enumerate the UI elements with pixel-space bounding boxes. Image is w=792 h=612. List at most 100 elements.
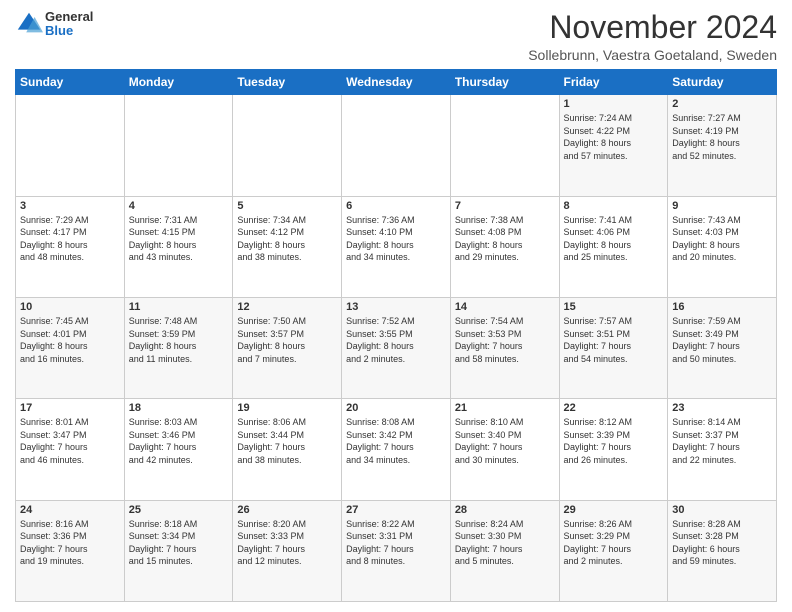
day-number: 17	[20, 402, 120, 414]
day-info: Sunrise: 7:27 AM Sunset: 4:19 PM Dayligh…	[672, 112, 772, 162]
day-info: Sunrise: 8:06 AM Sunset: 3:44 PM Dayligh…	[237, 416, 337, 466]
day-info: Sunrise: 8:18 AM Sunset: 3:34 PM Dayligh…	[129, 518, 229, 568]
day-info: Sunrise: 8:24 AM Sunset: 3:30 PM Dayligh…	[455, 518, 555, 568]
day-number: 7	[455, 200, 555, 212]
location-subtitle: Sollebrunn, Vaestra Goetaland, Sweden	[528, 47, 777, 63]
calendar-cell: 28 Sunrise: 8:24 AM Sunset: 3:30 PM Dayli…	[450, 500, 559, 601]
calendar-cell: 9 Sunrise: 7:43 AM Sunset: 4:03 PM Daylig…	[668, 196, 777, 297]
day-number: 30	[672, 504, 772, 516]
day-info: Sunrise: 7:48 AM Sunset: 3:59 PM Dayligh…	[129, 315, 229, 365]
day-info: Sunrise: 7:29 AM Sunset: 4:17 PM Dayligh…	[20, 214, 120, 264]
day-number: 6	[346, 200, 446, 212]
day-info: Sunrise: 7:50 AM Sunset: 3:57 PM Dayligh…	[237, 315, 337, 365]
day-number: 5	[237, 200, 337, 212]
day-info: Sunrise: 8:08 AM Sunset: 3:42 PM Dayligh…	[346, 416, 446, 466]
calendar-cell: 20 Sunrise: 8:08 AM Sunset: 3:42 PM Dayli…	[342, 399, 451, 500]
calendar-cell: 19 Sunrise: 8:06 AM Sunset: 3:44 PM Dayli…	[233, 399, 342, 500]
day-number: 9	[672, 200, 772, 212]
day-info: Sunrise: 7:36 AM Sunset: 4:10 PM Dayligh…	[346, 214, 446, 264]
calendar-cell: 18Sunrise: 8:03 AM Sunset: 3:46 PM Dayli…	[124, 399, 233, 500]
calendar-cell: 24 Sunrise: 8:16 AM Sunset: 3:36 PM Dayli…	[16, 500, 125, 601]
day-info: Sunrise: 7:59 AM Sunset: 3:49 PM Dayligh…	[672, 315, 772, 365]
calendar-cell: 23 Sunrise: 8:14 AM Sunset: 3:37 PM Dayli…	[668, 399, 777, 500]
calendar-week-row: 24 Sunrise: 8:16 AM Sunset: 3:36 PM Dayli…	[16, 500, 777, 601]
day-number: 25	[129, 504, 229, 516]
calendar-cell: 2Sunrise: 7:27 AM Sunset: 4:19 PM Daylig…	[668, 95, 777, 196]
weekday-header: Sunday	[16, 70, 125, 95]
day-info: Sunrise: 7:38 AM Sunset: 4:08 PM Dayligh…	[455, 214, 555, 264]
calendar-cell: 15 Sunrise: 7:57 AM Sunset: 3:51 PM Dayli…	[559, 297, 668, 398]
day-info: Sunrise: 8:01 AM Sunset: 3:47 PM Dayligh…	[20, 416, 120, 466]
day-number: 27	[346, 504, 446, 516]
day-number: 14	[455, 301, 555, 313]
calendar-cell: 26Sunrise: 8:20 AM Sunset: 3:33 PM Dayli…	[233, 500, 342, 601]
calendar-cell: 12 Sunrise: 7:50 AM Sunset: 3:57 PM Dayli…	[233, 297, 342, 398]
day-info: Sunrise: 7:34 AM Sunset: 4:12 PM Dayligh…	[237, 214, 337, 264]
calendar-week-row: 3Sunrise: 7:29 AM Sunset: 4:17 PM Daylig…	[16, 196, 777, 297]
logo-text: General Blue	[45, 10, 93, 39]
day-info: Sunrise: 8:16 AM Sunset: 3:36 PM Dayligh…	[20, 518, 120, 568]
day-number: 23	[672, 402, 772, 414]
day-number: 1	[564, 98, 664, 110]
calendar-cell: 17 Sunrise: 8:01 AM Sunset: 3:47 PM Dayli…	[16, 399, 125, 500]
calendar-cell	[450, 95, 559, 196]
calendar-week-row: 17 Sunrise: 8:01 AM Sunset: 3:47 PM Dayli…	[16, 399, 777, 500]
day-info: Sunrise: 8:22 AM Sunset: 3:31 PM Dayligh…	[346, 518, 446, 568]
calendar-cell: 7 Sunrise: 7:38 AM Sunset: 4:08 PM Daylig…	[450, 196, 559, 297]
day-number: 15	[564, 301, 664, 313]
calendar-cell: 5 Sunrise: 7:34 AM Sunset: 4:12 PM Daylig…	[233, 196, 342, 297]
day-info: Sunrise: 7:52 AM Sunset: 3:55 PM Dayligh…	[346, 315, 446, 365]
day-number: 10	[20, 301, 120, 313]
weekday-header: Wednesday	[342, 70, 451, 95]
calendar-cell: 14 Sunrise: 7:54 AM Sunset: 3:53 PM Dayli…	[450, 297, 559, 398]
calendar-cell: 4 Sunrise: 7:31 AM Sunset: 4:15 PM Daylig…	[124, 196, 233, 297]
day-info: Sunrise: 7:43 AM Sunset: 4:03 PM Dayligh…	[672, 214, 772, 264]
day-info: Sunrise: 8:28 AM Sunset: 3:28 PM Dayligh…	[672, 518, 772, 568]
weekday-header: Friday	[559, 70, 668, 95]
day-info: Sunrise: 7:57 AM Sunset: 3:51 PM Dayligh…	[564, 315, 664, 365]
day-info: Sunrise: 8:20 AM Sunset: 3:33 PM Dayligh…	[237, 518, 337, 568]
month-title: November 2024	[528, 10, 777, 45]
calendar-week-row: 10 Sunrise: 7:45 AM Sunset: 4:01 PM Dayli…	[16, 297, 777, 398]
day-number: 11	[129, 301, 229, 313]
calendar-cell	[16, 95, 125, 196]
day-number: 8	[564, 200, 664, 212]
calendar-week-row: 1Sunrise: 7:24 AM Sunset: 4:22 PM Daylig…	[16, 95, 777, 196]
day-number: 19	[237, 402, 337, 414]
weekday-header-row: SundayMondayTuesdayWednesdayThursdayFrid…	[16, 70, 777, 95]
weekday-header: Saturday	[668, 70, 777, 95]
day-info: Sunrise: 8:10 AM Sunset: 3:40 PM Dayligh…	[455, 416, 555, 466]
logo-general: General	[45, 9, 93, 24]
day-number: 4	[129, 200, 229, 212]
title-block: November 2024 Sollebrunn, Vaestra Goetal…	[528, 10, 777, 63]
calendar-cell: 10 Sunrise: 7:45 AM Sunset: 4:01 PM Dayli…	[16, 297, 125, 398]
calendar-cell: 13 Sunrise: 7:52 AM Sunset: 3:55 PM Dayli…	[342, 297, 451, 398]
calendar-cell: 1Sunrise: 7:24 AM Sunset: 4:22 PM Daylig…	[559, 95, 668, 196]
day-number: 13	[346, 301, 446, 313]
logo-icon	[15, 10, 43, 38]
calendar-cell: 21Sunrise: 8:10 AM Sunset: 3:40 PM Dayli…	[450, 399, 559, 500]
day-info: Sunrise: 7:45 AM Sunset: 4:01 PM Dayligh…	[20, 315, 120, 365]
day-info: Sunrise: 8:14 AM Sunset: 3:37 PM Dayligh…	[672, 416, 772, 466]
day-number: 18	[129, 402, 229, 414]
day-info: Sunrise: 7:54 AM Sunset: 3:53 PM Dayligh…	[455, 315, 555, 365]
day-number: 16	[672, 301, 772, 313]
calendar-cell	[124, 95, 233, 196]
calendar-cell	[233, 95, 342, 196]
day-info: Sunrise: 7:31 AM Sunset: 4:15 PM Dayligh…	[129, 214, 229, 264]
day-number: 24	[20, 504, 120, 516]
weekday-header: Tuesday	[233, 70, 342, 95]
day-number: 29	[564, 504, 664, 516]
weekday-header: Thursday	[450, 70, 559, 95]
calendar-cell: 11 Sunrise: 7:48 AM Sunset: 3:59 PM Dayli…	[124, 297, 233, 398]
calendar-cell: 30 Sunrise: 8:28 AM Sunset: 3:28 PM Dayli…	[668, 500, 777, 601]
calendar-cell: 6 Sunrise: 7:36 AM Sunset: 4:10 PM Daylig…	[342, 196, 451, 297]
day-info: Sunrise: 7:41 AM Sunset: 4:06 PM Dayligh…	[564, 214, 664, 264]
logo: General Blue	[15, 10, 93, 39]
header: General Blue November 2024 Sollebrunn, V…	[15, 10, 777, 63]
page: General Blue November 2024 Sollebrunn, V…	[0, 0, 792, 612]
day-number: 20	[346, 402, 446, 414]
day-number: 12	[237, 301, 337, 313]
day-number: 28	[455, 504, 555, 516]
calendar-cell: 16 Sunrise: 7:59 AM Sunset: 3:49 PM Dayli…	[668, 297, 777, 398]
